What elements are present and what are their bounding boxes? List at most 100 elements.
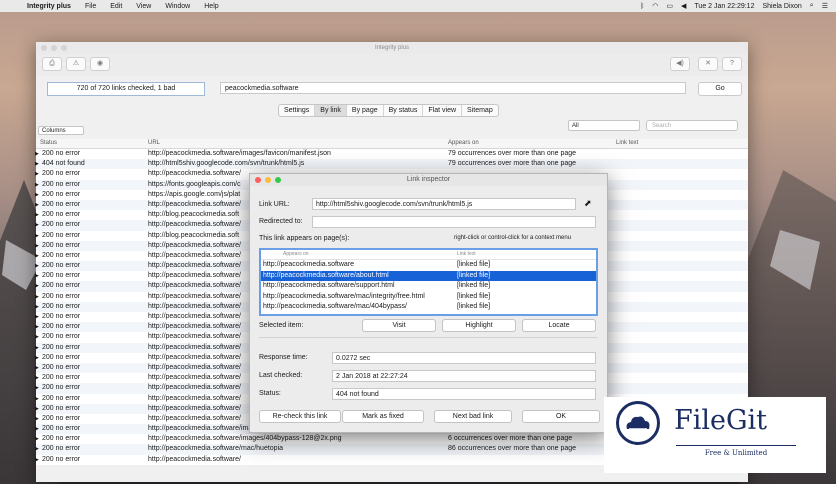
disclosure-triangle-icon[interactable]: ▶ bbox=[35, 394, 39, 404]
disclosure-triangle-icon[interactable]: ▶ bbox=[35, 455, 39, 465]
pages-list-item[interactable]: http://peacockmedia.software/about.html [… bbox=[261, 270, 596, 281]
menu-app-name[interactable]: Integrity plus bbox=[20, 3, 78, 10]
disclosure-triangle-icon[interactable]: ▶ bbox=[35, 169, 39, 179]
disclosure-triangle-icon[interactable]: ▶ bbox=[35, 261, 39, 271]
disclosure-triangle-icon[interactable]: ▶ bbox=[35, 271, 39, 281]
tab-settings[interactable]: Settings bbox=[279, 105, 316, 116]
menubar-clock[interactable]: Tue 2 Jan 22:29:12 bbox=[694, 3, 754, 10]
search-input[interactable]: Search bbox=[646, 120, 738, 131]
notification-center-icon[interactable]: ☰ bbox=[822, 2, 828, 10]
disclosure-triangle-icon[interactable]: ▶ bbox=[35, 251, 39, 261]
menu-view[interactable]: View bbox=[129, 3, 158, 10]
table-row[interactable]: ▶ 404 not found http://html5shiv.googlecod… bbox=[35, 159, 748, 170]
page-link-text: [linked file] bbox=[457, 271, 491, 279]
pages-list-item[interactable]: http://peacockmedia.software/support.htm… bbox=[261, 281, 596, 292]
tab-by-link[interactable]: By link bbox=[315, 105, 347, 116]
menu-window[interactable]: Window bbox=[158, 3, 197, 10]
disclosure-triangle-icon[interactable]: ▶ bbox=[35, 159, 39, 169]
disclosure-triangle-icon[interactable]: ▶ bbox=[35, 414, 39, 424]
inspector-close-button[interactable] bbox=[255, 177, 261, 183]
disclosure-triangle-icon[interactable]: ▶ bbox=[35, 312, 39, 322]
locate-button[interactable]: Locate bbox=[522, 319, 596, 332]
header-link-text[interactable]: Link text bbox=[616, 140, 638, 146]
row-url: http://peacockmedia.software/ bbox=[148, 282, 241, 290]
filegit-divider bbox=[676, 445, 796, 446]
disclosure-triangle-icon[interactable]: ▶ bbox=[35, 373, 39, 383]
tab-by-page[interactable]: By page bbox=[347, 105, 384, 116]
table-row[interactable]: ▶ 200 no error http://peacockmedia.softwar… bbox=[35, 149, 748, 160]
disclosure-triangle-icon[interactable]: ▶ bbox=[35, 404, 39, 414]
pages-list-item[interactable]: http://peacockmedia.software/mac/integri… bbox=[261, 292, 596, 303]
disclosure-triangle-icon[interactable]: ▶ bbox=[35, 444, 39, 454]
filter-select[interactable]: All bbox=[568, 120, 640, 131]
header-status[interactable]: Status bbox=[40, 140, 57, 146]
wifi-icon[interactable]: ◠ bbox=[652, 2, 658, 10]
disclosure-triangle-icon[interactable]: ▶ bbox=[35, 200, 39, 210]
inspector-minimize-button[interactable] bbox=[265, 177, 271, 183]
page-url: http://peacockmedia.software/about.html bbox=[263, 271, 389, 279]
disclosure-triangle-icon[interactable]: ▶ bbox=[35, 424, 39, 434]
disclosure-triangle-icon[interactable]: ▶ bbox=[35, 302, 39, 312]
disclosure-triangle-icon[interactable]: ▶ bbox=[35, 363, 39, 373]
warning-icon[interactable]: ⚠ bbox=[66, 57, 86, 71]
disclosure-triangle-icon[interactable]: ▶ bbox=[35, 220, 39, 230]
link-url-field[interactable]: http://html5shiv.googlecode.com/svn/trun… bbox=[312, 198, 576, 210]
stop-icon[interactable]: ◉ bbox=[90, 57, 110, 71]
pages-list-header-page[interactable]: Appears on bbox=[283, 251, 309, 257]
disclosure-triangle-icon[interactable]: ▶ bbox=[35, 149, 39, 159]
pages-list[interactable]: Appears on Link text http://peacockmedia… bbox=[259, 248, 598, 316]
disclosure-triangle-icon[interactable]: ▶ bbox=[35, 180, 39, 190]
row-url: http://peacockmedia.software/ bbox=[148, 251, 241, 259]
mark-as-fixed-button[interactable]: Mark as fixed bbox=[342, 410, 424, 423]
minimize-button[interactable] bbox=[51, 45, 57, 51]
zoom-button[interactable] bbox=[61, 45, 67, 51]
disclosure-triangle-icon[interactable]: ▶ bbox=[35, 292, 39, 302]
disclosure-triangle-icon[interactable]: ▶ bbox=[35, 322, 39, 332]
disclosure-triangle-icon[interactable]: ▶ bbox=[35, 231, 39, 241]
page-link-text: [linked file] bbox=[457, 292, 491, 300]
disclosure-triangle-icon[interactable]: ▶ bbox=[35, 353, 39, 363]
volume-icon[interactable]: ◀ bbox=[681, 2, 686, 10]
open-link-icon[interactable]: ⬈ bbox=[584, 198, 592, 209]
row-url: http://html5shiv.googlecode.com/svn/trun… bbox=[148, 160, 305, 168]
disclosure-triangle-icon[interactable]: ▶ bbox=[35, 281, 39, 291]
row-url: http://peacockmedia.software/ bbox=[148, 384, 241, 392]
menu-help[interactable]: Help bbox=[197, 3, 225, 10]
bluetooth-icon[interactable]: ᛒ bbox=[640, 3, 644, 10]
tab-sitemap[interactable]: Sitemap bbox=[462, 105, 498, 116]
visit-button[interactable]: Visit bbox=[362, 319, 436, 332]
header-appears-on[interactable]: Appears on bbox=[448, 140, 479, 146]
tools-icon[interactable]: ✕ bbox=[698, 57, 718, 71]
header-url[interactable]: URL bbox=[148, 140, 160, 146]
battery-icon[interactable]: ▭ bbox=[666, 2, 673, 10]
menu-file[interactable]: File bbox=[78, 3, 103, 10]
disclosure-triangle-icon[interactable]: ▶ bbox=[35, 383, 39, 393]
disclosure-triangle-icon[interactable]: ▶ bbox=[35, 210, 39, 220]
pages-list-item[interactable]: http://peacockmedia.software/mac/404bypa… bbox=[261, 302, 596, 313]
disclosure-triangle-icon[interactable]: ▶ bbox=[35, 343, 39, 353]
menu-edit[interactable]: Edit bbox=[103, 3, 129, 10]
disclosure-triangle-icon[interactable]: ▶ bbox=[35, 332, 39, 342]
recheck-link-button[interactable]: Re-check this link bbox=[259, 410, 341, 423]
menubar-user[interactable]: Shiela Dixon bbox=[762, 3, 801, 10]
columns-select[interactable]: Columns bbox=[38, 126, 84, 135]
ok-button[interactable]: OK bbox=[522, 410, 600, 423]
print-icon[interactable]: ⎙ bbox=[42, 57, 62, 71]
tab-by-status[interactable]: By status bbox=[384, 105, 424, 116]
spotlight-icon[interactable]: ⌕ bbox=[810, 2, 814, 10]
next-bad-link-button[interactable]: Next bad link bbox=[434, 410, 512, 423]
highlight-button[interactable]: Highlight bbox=[442, 319, 516, 332]
inspector-zoom-button[interactable] bbox=[275, 177, 281, 183]
close-button[interactable] bbox=[41, 45, 47, 51]
tab-flat-view[interactable]: Flat view bbox=[423, 105, 463, 116]
disclosure-triangle-icon[interactable]: ▶ bbox=[35, 241, 39, 251]
pages-list-item[interactable]: http://peacockmedia.software [linked file… bbox=[261, 260, 596, 271]
redirected-field[interactable] bbox=[312, 216, 596, 228]
disclosure-triangle-icon[interactable]: ▶ bbox=[35, 434, 39, 444]
go-button[interactable]: Go bbox=[698, 82, 742, 96]
speaker-icon[interactable]: ◀) bbox=[670, 57, 690, 71]
disclosure-triangle-icon[interactable]: ▶ bbox=[35, 190, 39, 200]
pages-list-header-text[interactable]: Link text bbox=[457, 251, 476, 257]
start-url-input[interactable]: peacockmedia.software bbox=[220, 82, 686, 94]
help-icon[interactable]: ? bbox=[722, 57, 742, 71]
